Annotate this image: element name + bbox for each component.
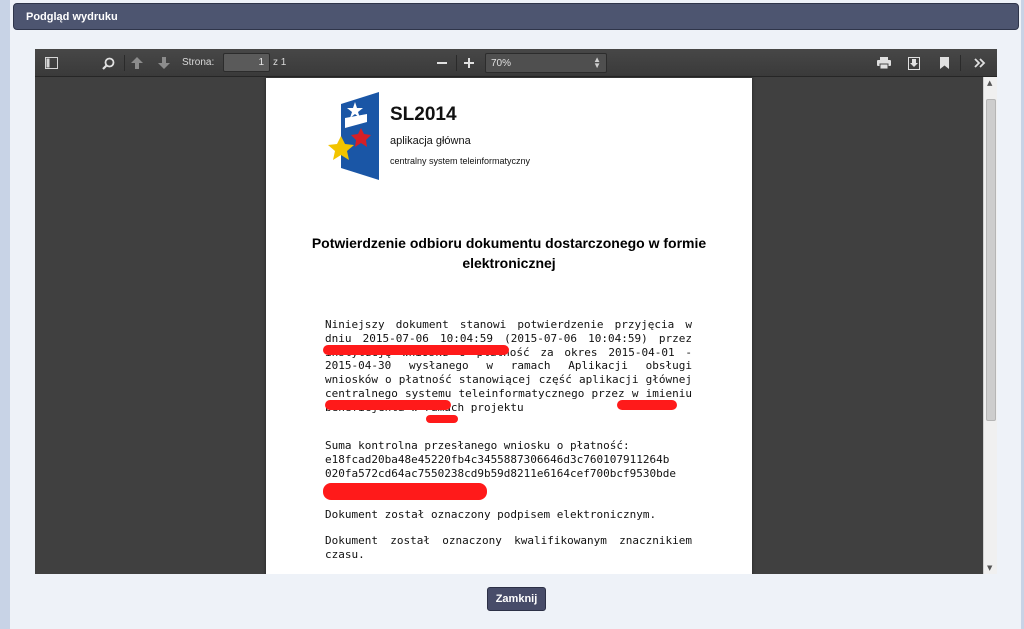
scrollbar-thumb[interactable]: [986, 99, 996, 421]
sl2014-logo-icon: [328, 92, 379, 180]
download-icon[interactable]: [903, 53, 925, 73]
next-page-icon[interactable]: [153, 53, 175, 73]
close-button[interactable]: Zamknij: [487, 587, 546, 611]
redaction-mark: [323, 483, 487, 500]
timestamp-note: Dokument został oznaczony kwalifikowanym…: [325, 534, 692, 561]
dialog-title: Podgląd wydruku: [26, 11, 118, 23]
toolbar-separator: [456, 55, 457, 71]
pdf-toolbar: Strona: 1 z 1 70% ▲ ▼: [35, 49, 997, 77]
scroll-down-icon[interactable]: ▼: [987, 564, 992, 572]
page-total: z 1: [273, 57, 287, 68]
toolbar-separator: [960, 55, 961, 71]
zoom-value: 70%: [491, 58, 512, 69]
zoom-in-icon[interactable]: [458, 53, 480, 73]
scroll-up-icon[interactable]: ▲: [987, 79, 992, 87]
redaction-mark: [323, 345, 509, 355]
tools-icon[interactable]: [969, 53, 991, 73]
sidebar-toggle-icon[interactable]: [40, 53, 62, 73]
signature-note: Dokument został oznaczony podpisem elekt…: [325, 508, 657, 521]
viewer-scrollbar[interactable]: ▲ ▼: [983, 77, 997, 574]
print-icon[interactable]: [873, 53, 895, 73]
page-number-input[interactable]: 1: [223, 53, 270, 72]
checksum-block: Suma kontrolna przesłanego wniosku o pła…: [325, 439, 692, 480]
page-label: Strona:: [182, 57, 215, 68]
pdf-viewer[interactable]: Strona: 1 z 1 70% ▲ ▼ SL2014 aplikacja g…: [35, 49, 997, 574]
toolbar-separator: [124, 55, 125, 71]
zoom-out-icon[interactable]: [431, 53, 453, 73]
previous-page-icon[interactable]: [126, 53, 148, 73]
redaction-mark: [325, 400, 451, 410]
checksum-line: 020fa572cd64ac7550238cd9b59d8211e6164cef…: [325, 466, 676, 480]
brand-tagline: centralny system teleinformatyczny: [390, 156, 531, 166]
search-icon[interactable]: [97, 53, 119, 73]
redaction-mark: [426, 415, 458, 423]
checksum-line: e18fcad20ba48e45220fb4c3455887306646d3c7…: [325, 452, 670, 466]
redaction-mark: [617, 400, 677, 410]
dialog-title-bar: Podgląd wydruku: [13, 3, 1019, 30]
pdf-page: SL2014 aplikacja główna centralny system…: [266, 78, 752, 574]
brand-name: SL2014: [390, 104, 457, 125]
zoom-select[interactable]: 70% ▲ ▼: [485, 53, 607, 73]
document-title: Potwierdzenie odbioru dokumentu dostarcz…: [311, 235, 707, 271]
bookmark-icon[interactable]: [933, 53, 955, 73]
select-arrows-icon: ▲ ▼: [593, 55, 601, 70]
checksum-label: Suma kontrolna przesłanego wniosku o pła…: [325, 439, 630, 452]
brand-subtitle: aplikacja główna: [390, 135, 471, 147]
